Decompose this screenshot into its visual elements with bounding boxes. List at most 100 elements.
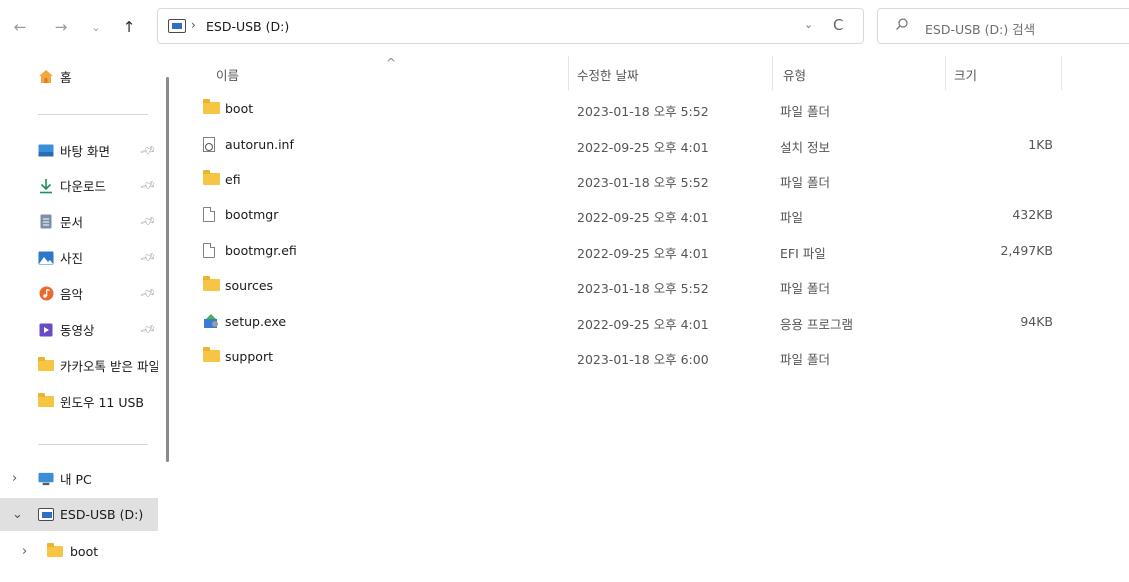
file-row[interactable]: support 2023-01-18 오후 6:00 파일 폴더 — [190, 340, 1070, 375]
breadcrumb-separator-icon: › — [191, 18, 196, 32]
sidebar-divider — [38, 114, 148, 115]
sidebar-item-videos[interactable]: 동영상 📌︎ — [0, 313, 158, 346]
file-name: support — [225, 349, 273, 364]
sidebar-item-downloads[interactable]: 다운로드 📌︎ — [0, 169, 158, 202]
back-button[interactable]: ← — [8, 14, 32, 40]
file-row[interactable]: setup.exe 2022-09-25 오후 4:01 응용 프로그램 94K… — [190, 305, 1070, 340]
file-type: 파일 폴더 — [780, 104, 830, 119]
folder-icon — [38, 393, 54, 410]
file-date: 2022-09-25 오후 4:01 — [577, 246, 709, 261]
sidebar-item-windows11-usb[interactable]: 윈도우 11 USB — [0, 385, 158, 418]
file-row[interactable]: autorun.inf 2022-09-25 오후 4:01 설치 정보 1KB — [190, 128, 1070, 163]
usb-drive-icon — [168, 19, 186, 33]
file-row[interactable]: boot 2023-01-18 오후 5:52 파일 폴더 — [190, 92, 1070, 127]
up-arrow-icon: ↑ — [122, 18, 136, 36]
file-name: efi — [225, 172, 241, 187]
column-divider[interactable] — [945, 56, 946, 90]
sidebar-item-kakaotalk-files[interactable]: 카카오톡 받은 파일 — [0, 349, 158, 382]
file-size: 432KB — [1012, 207, 1053, 222]
column-divider[interactable] — [772, 56, 773, 90]
column-header: ^ 이름 수정한 날짜 유형 크기 — [178, 56, 1129, 90]
pin-icon[interactable]: 📌︎ — [139, 176, 158, 194]
navigation-bar: ← → ⌄ ↑ › ESD-USB (D:) ⌄ C ESD-USB (D:) … — [0, 0, 1129, 56]
usb-drive-icon — [38, 507, 54, 523]
sidebar-item-label: 홈 — [60, 70, 72, 85]
setup-info-icon — [203, 137, 220, 152]
file-date: 2023-01-18 오후 6:00 — [577, 352, 709, 367]
chevron-right-icon[interactable]: › — [12, 471, 17, 486]
file-type: 파일 폴더 — [780, 175, 830, 190]
pin-icon[interactable]: 📌︎ — [139, 320, 158, 338]
music-icon — [38, 286, 54, 302]
file-row[interactable]: bootmgr 2022-09-25 오후 4:01 파일 432KB — [190, 198, 1070, 233]
sidebar-item-esd-usb[interactable]: ⌄ ESD-USB (D:) — [0, 498, 158, 531]
setup-exe-icon — [203, 314, 220, 329]
sidebar-item-label: 동영상 — [60, 323, 95, 338]
sidebar-item-music[interactable]: 음악 📌︎ — [0, 277, 158, 310]
chevron-right-icon[interactable]: › — [22, 544, 27, 559]
navigation-pane: 홈 바탕 화면 📌︎ 다운로드 📌︎ 문서 📌︎ 사진 📌︎ 음악 📌︎ 동영상… — [0, 56, 170, 582]
search-icon — [896, 18, 908, 30]
column-header-date[interactable]: 수정한 날짜 — [577, 65, 638, 84]
column-header-type[interactable]: 유형 — [783, 65, 806, 84]
search-input[interactable]: ESD-USB (D:) 검색 — [925, 19, 1035, 38]
file-date: 2022-09-25 오후 4:01 — [577, 140, 709, 155]
forward-arrow-icon: → — [54, 18, 68, 36]
file-row[interactable]: efi 2023-01-18 오후 5:52 파일 폴더 — [190, 163, 1070, 198]
up-button[interactable]: ↑ — [117, 14, 141, 40]
address-bar[interactable]: › ESD-USB (D:) ⌄ C — [157, 8, 864, 44]
sidebar-item-label: 내 PC — [60, 472, 92, 487]
sidebar-item-this-pc[interactable]: › 내 PC — [0, 462, 158, 495]
file-icon — [203, 243, 220, 258]
sidebar-item-label: ESD-USB (D:) — [60, 507, 144, 522]
sort-ascending-icon: ^ — [386, 56, 397, 70]
sidebar-divider — [38, 444, 148, 445]
videos-icon — [38, 322, 54, 338]
file-row[interactable]: sources 2023-01-18 오후 5:52 파일 폴더 — [190, 269, 1070, 304]
column-divider[interactable] — [1061, 56, 1062, 90]
column-header-name[interactable]: 이름 — [216, 65, 239, 84]
home-icon — [38, 69, 54, 85]
file-type: 설치 정보 — [780, 140, 830, 155]
column-header-size[interactable]: 크기 — [954, 65, 977, 84]
folder-icon — [38, 357, 54, 374]
search-box[interactable]: ESD-USB (D:) 검색 — [877, 8, 1129, 44]
column-divider[interactable] — [568, 56, 569, 90]
sidebar-item-label: 다운로드 — [60, 179, 107, 194]
file-name: sources — [225, 278, 274, 293]
pin-icon[interactable]: 📌︎ — [139, 284, 158, 302]
back-arrow-icon: ← — [13, 18, 27, 36]
sidebar-item-label: 사진 — [60, 251, 84, 266]
sidebar-item-documents[interactable]: 문서 📌︎ — [0, 205, 158, 238]
sidebar-item-label: boot — [70, 544, 99, 559]
chevron-down-icon[interactable]: ⌄ — [12, 507, 23, 522]
breadcrumb-path[interactable]: ESD-USB (D:) — [206, 19, 289, 34]
sidebar-item-boot[interactable]: › boot — [0, 535, 158, 568]
sidebar-item-label: 바탕 화면 — [60, 144, 110, 159]
pin-icon[interactable]: 📌︎ — [139, 248, 158, 266]
file-type: 파일 폴더 — [780, 352, 830, 367]
file-size: 94KB — [1020, 314, 1053, 329]
sidebar-item-desktop[interactable]: 바탕 화면 📌︎ — [0, 134, 158, 167]
download-icon — [38, 178, 54, 194]
chevron-down-icon: ⌄ — [91, 20, 101, 34]
file-date: 2022-09-25 오후 4:01 — [577, 210, 709, 225]
sidebar-scrollbar[interactable] — [166, 77, 169, 462]
address-history-dropdown[interactable]: ⌄ — [804, 18, 813, 31]
sidebar-item-label: 카카오톡 받은 파일 — [60, 359, 158, 374]
file-date: 2023-01-18 오후 5:52 — [577, 104, 709, 119]
forward-button[interactable]: → — [49, 14, 73, 40]
refresh-button[interactable]: C — [833, 16, 843, 34]
sidebar-item-home[interactable]: 홈 — [0, 60, 158, 93]
file-type: 파일 폴더 — [780, 281, 830, 296]
pin-icon[interactable]: 📌︎ — [139, 141, 158, 159]
file-row[interactable]: bootmgr.efi 2022-09-25 오후 4:01 EFI 파일 2,… — [190, 234, 1070, 269]
recent-locations-button[interactable]: ⌄ — [84, 14, 108, 40]
file-name: bootmgr — [225, 207, 279, 222]
desktop-icon — [38, 143, 54, 159]
file-name: boot — [225, 101, 254, 116]
documents-icon — [38, 214, 54, 230]
pin-icon[interactable]: 📌︎ — [139, 212, 158, 230]
sidebar-item-label: 문서 — [60, 215, 84, 230]
sidebar-item-pictures[interactable]: 사진 📌︎ — [0, 241, 158, 274]
